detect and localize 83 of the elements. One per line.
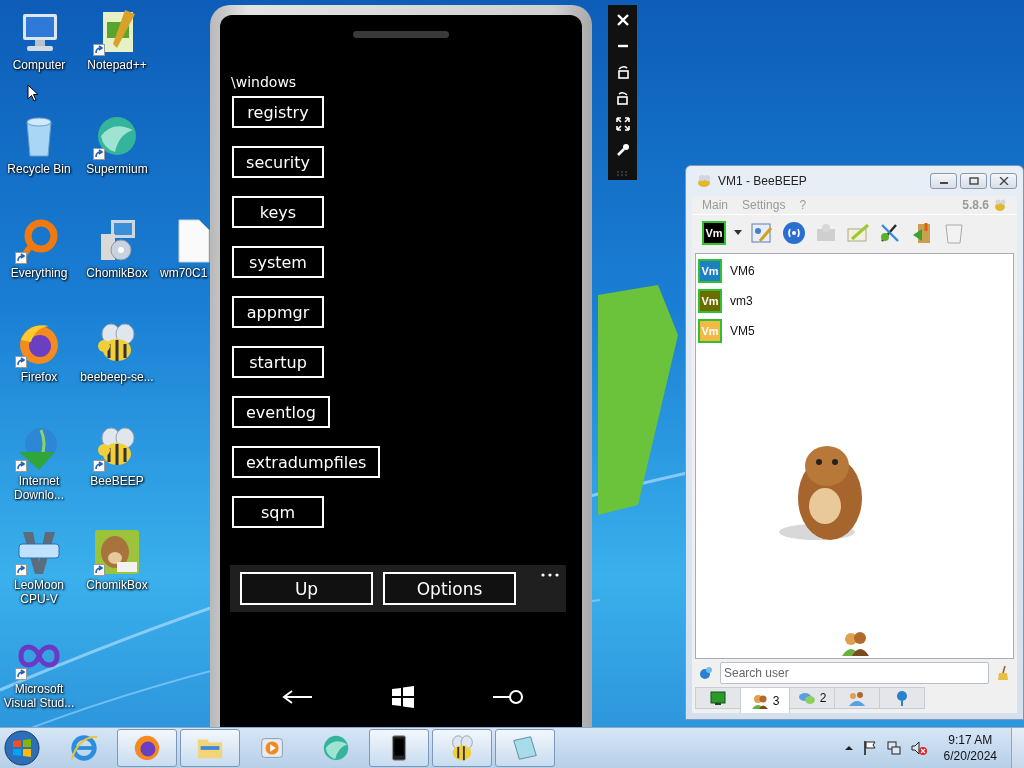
folder-button[interactable]: sqm [232,496,324,528]
fit-screen-icon[interactable] [615,117,630,131]
tab[interactable] [879,687,925,709]
users-icon [839,630,870,656]
maximize-icon [968,177,979,185]
icon-label: Everything [10,266,68,280]
folder-button[interactable]: appmgr [232,296,324,328]
windows-logo-icon [4,730,40,766]
caret-icon[interactable] [734,230,742,236]
group-icon [848,690,866,706]
back-icon[interactable] [282,689,314,705]
user-avatar: Vm [698,259,722,283]
rotate-left-icon[interactable] [615,65,630,79]
icon-label: Internet Downlo... [13,474,65,502]
icon-label: Notepad++ [87,58,147,72]
wrench-icon[interactable] [615,143,630,157]
wireless-globe-icon[interactable] [782,221,806,245]
version-label: 5.8.6 [962,198,989,212]
user-avatar[interactable]: Vm [702,221,726,245]
tab[interactable]: 3 [740,687,790,713]
folder-button[interactable]: security [232,146,324,178]
rotate-right-icon[interactable] [615,91,630,105]
broom-icon[interactable] [995,665,1011,681]
user-avatar: Vm [698,319,722,343]
user-name[interactable]: VM5 [730,324,755,338]
browser-icon [132,733,162,763]
folder-button[interactable]: extradumpfiles [232,446,381,478]
close-icon [998,177,1009,185]
maximize-button[interactable] [960,173,987,189]
profile-edit-icon[interactable] [750,221,774,245]
more-icon[interactable] [540,572,560,578]
search-icon[interactable] [492,688,524,706]
users-icon [750,692,769,709]
icon-label: LeoMoon CPU-V [12,578,65,606]
icon-label: wm70C1 [160,266,208,280]
icon-label: beebeep-se... [80,370,154,384]
icon-label: Firefox [20,370,58,384]
users-network-icon[interactable] [698,665,714,681]
icon-label: Microsoft Visual Stud... [2,682,76,710]
folder-path: \windows [231,74,298,90]
icon-label: Computer [12,58,66,72]
search-field[interactable]: Search user [720,662,989,684]
app-bar-button[interactable]: Up [240,572,373,605]
browser-icon [69,733,99,763]
icon-label: Supermium [86,162,148,176]
grip-icon[interactable] [615,170,630,176]
taskbar-button[interactable] [369,729,429,767]
network-icon[interactable] [885,740,902,756]
tab[interactable] [834,687,880,709]
folder-button[interactable]: startup [232,346,324,378]
close-icon[interactable] [615,13,630,27]
volume-muted-icon[interactable] [909,740,928,756]
chat-icon [797,690,816,706]
close-button[interactable] [990,173,1017,189]
user-avatar: Vm [698,289,722,313]
icon-label: BeeBEEP [90,474,144,488]
icon-label: ChomikBox [86,266,148,280]
bee-icon [696,174,712,188]
windows-logo-icon[interactable] [390,685,416,709]
mouse-pointer-icon [27,84,39,102]
show-hidden-icons-icon[interactable] [843,744,854,752]
folder-button[interactable]: keys [232,196,324,228]
user-name[interactable]: vm3 [730,294,753,308]
folder-button[interactable]: eventlog [232,396,330,428]
hamster-icon[interactable] [93,528,141,576]
monitor-icon [709,690,727,706]
folder-button[interactable]: system [232,246,324,278]
notepad-icon [510,733,540,763]
window-title: VM1 - BeeBEEP [718,174,807,188]
folder-button[interactable]: registry [232,96,324,128]
minimize-button[interactable] [930,173,957,189]
clock-date[interactable]: 6/20/2024 [943,748,997,764]
icon-label: Recycle Bin [7,162,71,176]
tab[interactable] [695,687,741,709]
clock-time[interactable]: 9:17 AM [948,732,993,748]
swirl-icon [321,733,351,763]
icon-label: ChomikBox [86,578,148,592]
tab[interactable]: 2 [789,687,835,709]
bee-icon [993,198,1007,212]
flag-icon[interactable] [861,740,878,756]
user-name[interactable]: VM6 [730,264,755,278]
taskbar-button[interactable] [117,729,177,767]
app-bar-button[interactable]: Options [383,572,516,605]
